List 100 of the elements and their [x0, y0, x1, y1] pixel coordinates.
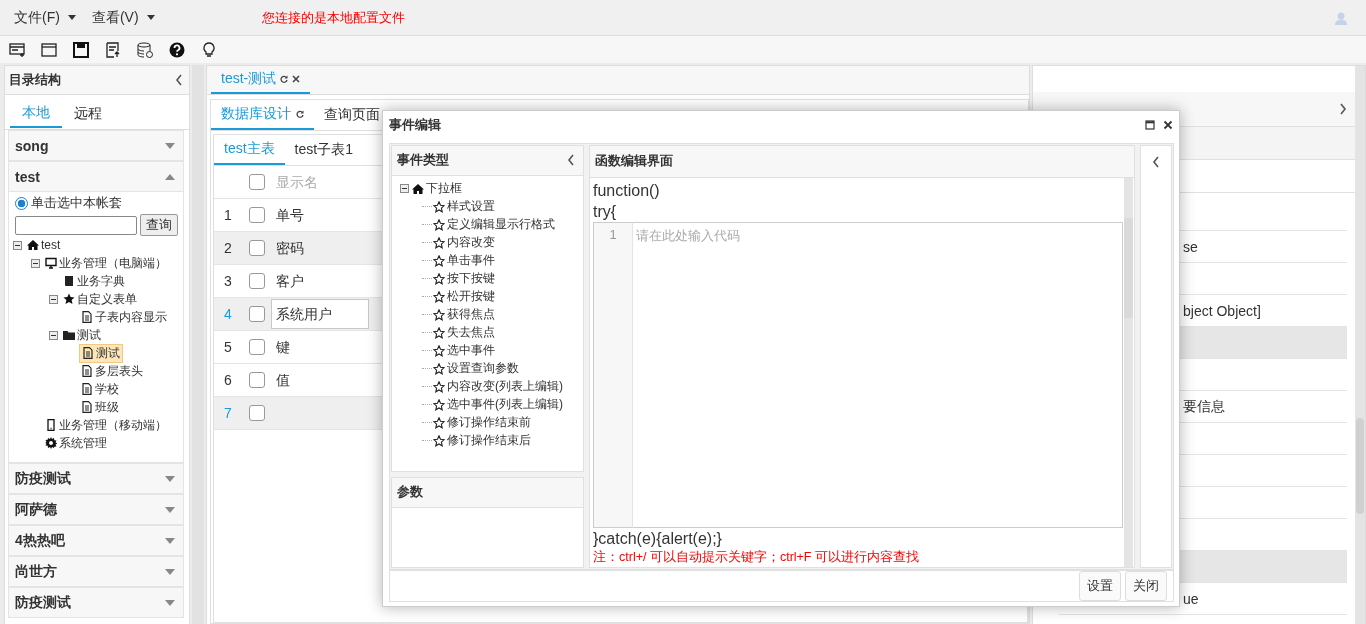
dialog-button[interactable]: 关闭: [1125, 571, 1167, 601]
query-button[interactable]: 查询: [140, 214, 178, 236]
tree-item[interactable]: 自定义表单: [61, 290, 139, 308]
sidebar-title: 目录结构: [9, 71, 61, 89]
monitor-icon: [45, 257, 57, 269]
lightbulb-icon[interactable]: [201, 41, 217, 58]
event-item[interactable]: 内容改变(列表上编辑): [433, 378, 563, 396]
star-outline-icon: [433, 434, 445, 447]
checkbox[interactable]: [249, 240, 265, 256]
menu-item[interactable]: 文件(F): [10, 4, 80, 31]
tree-item[interactable]: 业务字典: [61, 272, 127, 290]
table-cell-text: 键: [275, 338, 291, 357]
group-header[interactable]: 防疫测试: [8, 463, 184, 494]
event-item[interactable]: 下拉框: [412, 180, 462, 198]
export-icon[interactable]: [105, 41, 121, 58]
checkbox[interactable]: [249, 405, 265, 421]
table-cell: 系统用户: [271, 299, 369, 329]
event-item[interactable]: 内容改变: [433, 234, 495, 252]
star-outline-icon: [433, 254, 445, 267]
database-icon[interactable]: [137, 41, 153, 58]
checkbox[interactable]: [249, 372, 265, 388]
event-item[interactable]: 选中事件(列表上编辑): [433, 396, 563, 414]
collapse-toggle-icon[interactable]: [49, 294, 58, 304]
hint-text: 注：ctrl+/ 可以自动提示关键字；ctrl+F 可以进行内容查找: [593, 548, 920, 565]
close-icon[interactable]: [292, 75, 301, 83]
refresh-icon[interactable]: [280, 75, 289, 83]
star-outline-icon: [433, 200, 445, 213]
group-header[interactable]: 4热热吧: [8, 525, 184, 556]
tree-item[interactable]: 系统管理: [43, 434, 109, 452]
checkbox[interactable]: [249, 306, 265, 322]
tree-item[interactable]: 测试: [79, 343, 123, 363]
caret-icon: [165, 537, 175, 544]
checkbox[interactable]: [249, 207, 265, 223]
row-number: 2: [223, 240, 233, 256]
caret-icon: [165, 568, 175, 575]
maximize-icon[interactable]: [1145, 120, 1155, 131]
collapse-toggle-icon[interactable]: [49, 330, 58, 340]
tree-item[interactable]: 业务管理（电脑端）: [43, 254, 169, 272]
scrollbar-thumb[interactable]: [1124, 217, 1133, 318]
table-cell-text: 值: [275, 371, 291, 390]
tree-item[interactable]: 多层表头: [79, 362, 145, 380]
group-header[interactable]: song: [8, 130, 184, 161]
event-item[interactable]: 选中事件: [433, 342, 495, 360]
tree-item[interactable]: test: [25, 238, 63, 252]
event-item[interactable]: 按下按键: [433, 270, 495, 288]
row-number: 3: [223, 273, 233, 289]
event-item[interactable]: 设置查询参数: [433, 360, 519, 378]
event-item[interactable]: 样式设置: [433, 198, 495, 216]
event-item[interactable]: 失去焦点: [433, 324, 495, 342]
row-number: 5: [223, 339, 233, 355]
design-tab[interactable]: 查询页面: [314, 100, 390, 130]
save-icon[interactable]: [73, 41, 89, 58]
collapse-toggle-icon[interactable]: [31, 258, 40, 268]
event-item[interactable]: 单击事件: [433, 252, 495, 270]
sidebar-tab[interactable]: 远程: [62, 99, 114, 128]
caret-icon: [165, 142, 175, 149]
expand-icon[interactable]: [1152, 155, 1160, 168]
tree-item[interactable]: 业务管理（移动端）: [43, 416, 169, 434]
collapse-toggle-icon[interactable]: [400, 184, 409, 194]
star-outline-icon: [433, 290, 445, 303]
group-header[interactable]: 尚世方: [8, 556, 184, 587]
checkbox[interactable]: [249, 339, 265, 355]
caret-icon: [165, 506, 175, 513]
event-item[interactable]: 获得焦点: [433, 306, 495, 324]
property-value: ue: [1183, 590, 1199, 607]
radio-button[interactable]: [15, 196, 28, 210]
tree-item[interactable]: 学校: [79, 380, 121, 398]
event-item[interactable]: 修订操作结束前: [433, 414, 531, 432]
home-icon: [412, 182, 424, 195]
code-input-field[interactable]: 请在此处输入代码: [633, 221, 1123, 528]
refresh-icon[interactable]: [296, 110, 304, 118]
table-tab[interactable]: test子表1: [284, 135, 363, 165]
group-header[interactable]: test: [8, 161, 184, 192]
close-icon[interactable]: [1163, 120, 1173, 131]
checkbox[interactable]: [249, 273, 265, 289]
collapse-toggle-icon[interactable]: [13, 240, 22, 250]
event-item[interactable]: 定义编辑显示行格式: [433, 216, 555, 234]
star-outline-icon: [433, 380, 445, 393]
collapse-icon[interactable]: [175, 74, 183, 86]
star-outline-icon: [433, 272, 445, 285]
menu-item[interactable]: 查看(V): [87, 4, 159, 31]
tree-item[interactable]: 子表内容显示: [79, 308, 169, 326]
help-icon[interactable]: [169, 41, 185, 58]
dialog-button[interactable]: 设置: [1079, 571, 1121, 601]
search-field[interactable]: [15, 215, 137, 235]
group-header[interactable]: 阿萨德: [8, 494, 184, 525]
event-item[interactable]: 修订操作结束后: [433, 432, 531, 450]
radio-label: 单击选中本帐套: [31, 194, 122, 212]
caret-icon: [165, 599, 175, 606]
group-header[interactable]: 防疫测试: [8, 587, 184, 618]
expand-icon[interactable]: [1339, 103, 1347, 115]
tree-item[interactable]: 测试: [61, 326, 103, 344]
new-form-icon[interactable]: [9, 41, 25, 58]
checkbox[interactable]: [249, 174, 265, 190]
caret-icon: [165, 173, 175, 180]
collapse-icon[interactable]: [567, 154, 575, 167]
event-item[interactable]: 松开按键: [433, 288, 495, 306]
tree-item[interactable]: 班级: [79, 398, 121, 416]
scrollbar-thumb[interactable]: [1356, 418, 1364, 514]
property-value: 要信息: [1183, 397, 1225, 416]
